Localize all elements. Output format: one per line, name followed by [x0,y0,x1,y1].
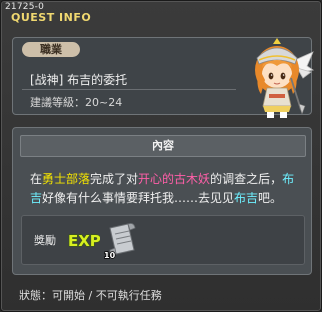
location-link: 勇士部落 [42,172,91,186]
status-value: 可開始 / 不可執行任務 [52,289,162,302]
job-badge: 職業 [22,42,80,57]
monster-link: 开心的古木妖 [138,172,211,186]
npc-portrait [255,38,315,118]
quest-status: 狀態：可開始 / 不可執行任務 [19,289,162,302]
level-label: 建議等級 [30,96,74,109]
content-header: 內容 [20,135,306,157]
npc-link: 布吉 [234,191,259,205]
scroll-item-icon[interactable]: 10 [102,220,140,260]
reward-panel: 獎勵 EXP 10 [21,215,305,265]
level-value: 20~24 [85,96,123,109]
quest-description: 在勇士部落完成了对开心的古木妖的调查之后，布吉好像有什么事情要拜托我……去见见布… [30,172,295,205]
item-count: 10 [104,251,116,260]
reward-label: 獎勵 [34,234,56,247]
window-title: QUEST INFO [11,11,92,24]
recommended-level: 建議等級：20~24 [30,96,123,109]
quest-info-window: 21725-0 QUEST INFO 職業 [战神] 布吉的委托 建議等級：20… [0,0,322,312]
quest-summary-panel: 職業 [战神] 布吉的委托 建議等級：20~24 [12,37,315,118]
svg-text:EXP: EXP [68,232,100,250]
content-panel: 內容 在勇士部落完成了对开心的古木妖的调查之后，布吉好像有什么事情要拜托我……去… [12,127,312,275]
divider [22,89,236,90]
status-label: 狀態 [19,289,41,302]
exp-icon[interactable]: EXP [66,226,100,252]
quest-name: [战神] 布吉的委托 [30,73,128,87]
